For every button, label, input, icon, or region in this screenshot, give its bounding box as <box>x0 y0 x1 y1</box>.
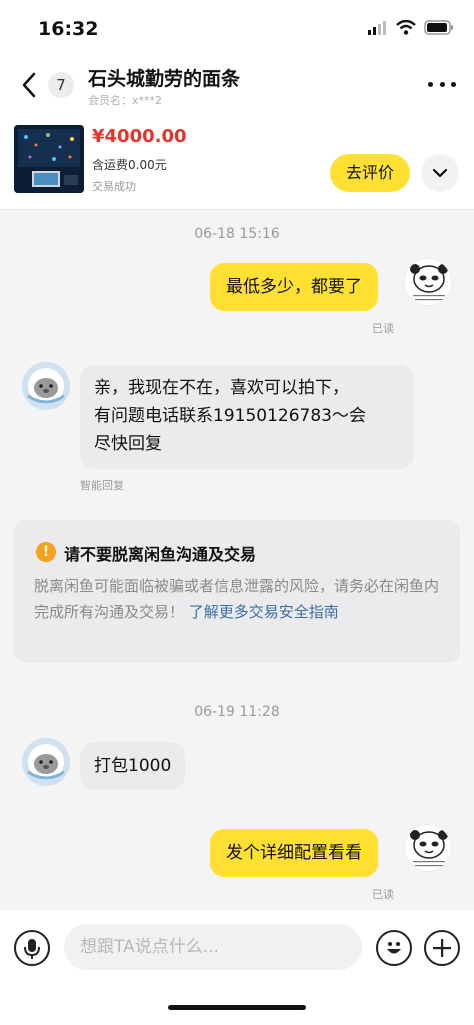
page-title: 石头城勤劳的面条 <box>88 68 241 90</box>
shipping-info: 含运费0.00元 <box>92 158 167 172</box>
safety-title: 请不要脱离闲鱼沟通及交易 <box>64 545 257 564</box>
safety-body: 脱离闲鱼可能面临被骗或者信息泄露的风险，请务必在闲鱼内完成所有沟通及交易！ 了解… <box>34 573 446 625</box>
more-dot-icon <box>451 81 456 87</box>
message-timestamp: 06-19 11:28 <box>194 704 280 720</box>
message-line: 亲，我现在不在，喜欢可以拍下， <box>94 378 349 398</box>
expand-button[interactable] <box>421 154 459 192</box>
status-bar: 16:32 <box>0 0 474 58</box>
warning-icon: ! <box>36 542 56 562</box>
member-name: 会员名：x***2 <box>88 94 163 107</box>
trade-status: 交易成功 <box>92 180 136 193</box>
message-input[interactable] <box>64 924 362 970</box>
safety-warning-card: ! 请不要脱离闲鱼沟通及交易 脱离闲鱼可能面临被骗或者信息泄露的风险，请务必在闲… <box>14 520 460 663</box>
read-receipt: 已读 <box>372 888 394 901</box>
voice-button[interactable] <box>14 930 50 966</box>
signal-icon <box>368 20 386 35</box>
emoji-icon <box>387 942 401 954</box>
meme-avatar-icon <box>410 264 448 301</box>
home-indicator <box>168 1005 306 1010</box>
message-timestamp: 06-18 15:16 <box>194 226 280 242</box>
product-bar[interactable]: ¥4000.00 含运费0.00元 交易成功 去评价 <box>0 114 474 210</box>
chevron-left-icon <box>22 72 36 98</box>
status-icons <box>368 20 454 35</box>
more-dot-icon <box>439 81 445 87</box>
my-avatar[interactable] <box>404 258 452 306</box>
my-message-bubble[interactable]: 最低多少，都要了 <box>210 263 378 311</box>
seal-avatar-icon <box>22 362 70 410</box>
seller-avatar[interactable] <box>22 362 70 410</box>
chat-header: 7 石头城勤劳的面条 会员名：x***2 <box>0 58 474 114</box>
product-thumbnail[interactable] <box>14 125 84 193</box>
seller-message-bubble[interactable]: 打包1000 <box>80 742 186 790</box>
product-image <box>14 125 84 193</box>
seal-avatar-icon <box>22 738 70 786</box>
unread-count-badge[interactable]: 7 <box>48 72 74 98</box>
chevron-down-icon <box>432 168 448 178</box>
my-message-bubble[interactable]: 发个详细配置看看 <box>210 829 378 877</box>
my-avatar[interactable] <box>404 824 452 872</box>
status-time: 16:32 <box>38 18 99 40</box>
more-options-button[interactable] <box>428 74 456 94</box>
more-dot-icon <box>428 81 433 87</box>
plus-icon <box>433 939 451 957</box>
microphone-icon <box>24 939 40 959</box>
more-actions-button[interactable] <box>424 930 460 966</box>
seller-message-bubble[interactable]: 亲，我现在不在，喜欢可以拍下， 有问题电话联系19150126783～会 尽快回… <box>80 365 414 469</box>
auto-reply-label: 智能回复 <box>80 479 124 492</box>
read-receipt: 已读 <box>372 322 394 335</box>
meme-avatar-icon <box>410 830 448 867</box>
message-line: 尽快回复 <box>94 434 162 454</box>
wifi-icon <box>396 20 416 35</box>
back-button[interactable] <box>18 70 42 100</box>
battery-icon <box>424 20 453 35</box>
seller-avatar[interactable] <box>22 738 70 786</box>
product-price: ¥4000.00 <box>92 126 187 147</box>
message-line: 有问题电话联系19150126783～会 <box>94 406 366 426</box>
review-button[interactable]: 去评价 <box>330 154 410 192</box>
safety-guide-link[interactable]: 了解更多交易安全指南 <box>189 603 339 621</box>
emoji-button[interactable] <box>376 930 412 966</box>
